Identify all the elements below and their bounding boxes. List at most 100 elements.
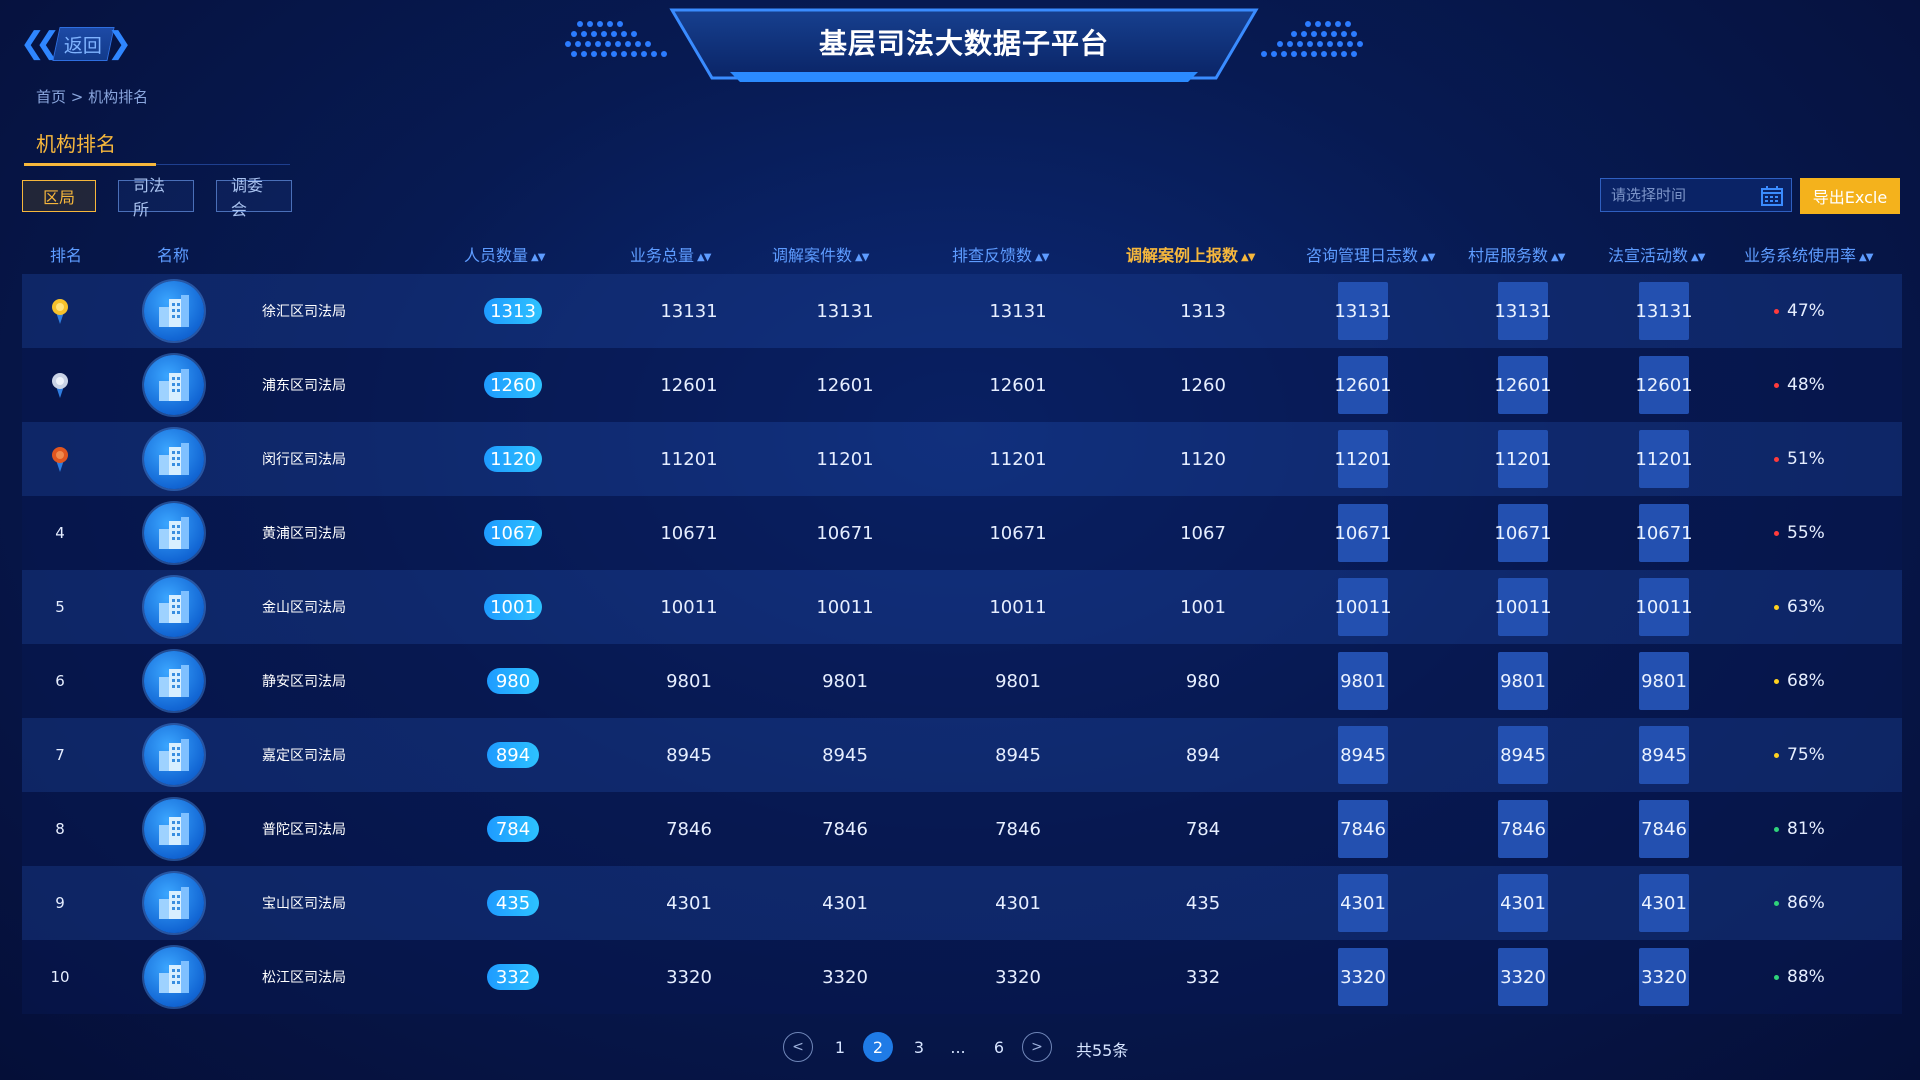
promo-value-box: 10011	[1635, 578, 1693, 636]
village-cell: 7846	[1498, 792, 1548, 866]
org-name[interactable]: 松江区司法局	[262, 940, 346, 1014]
village-cell: 3320	[1498, 940, 1548, 1014]
col-feedback[interactable]: 排查反馈数 ▲▼	[952, 242, 1049, 266]
date-picker[interactable]	[1600, 178, 1792, 212]
org-name[interactable]: 闵行区司法局	[262, 422, 346, 496]
village-cell: 11201	[1494, 422, 1552, 496]
col-village-service[interactable]: 村居服务数 ▲▼	[1468, 242, 1565, 266]
consult-value-box: 3320	[1338, 948, 1388, 1006]
cases-value: 1120	[1180, 448, 1226, 470]
village-value-box: 4301	[1498, 874, 1548, 932]
total-value: 13131	[660, 300, 718, 322]
page-2-button[interactable]: 2	[863, 1032, 893, 1062]
table-row[interactable]: 8 普陀区司法局 784 7846 7846 7846 784 7846 7846 7846 81%	[22, 792, 1902, 866]
total-value: 9801	[666, 670, 712, 692]
staff-count-cell: 435	[478, 866, 548, 940]
col-total[interactable]: 业务总量 ▲▼	[630, 242, 711, 266]
prev-page-button[interactable]: <	[783, 1032, 813, 1062]
sort-icon[interactable]: ▲▼	[1859, 252, 1873, 263]
col-mediation[interactable]: 调解案件数 ▲▼	[772, 242, 869, 266]
col-consult-logs[interactable]: 咨询管理日志数 ▲▼	[1306, 242, 1435, 266]
col-usage-rate[interactable]: 业务系统使用率 ▲▼	[1744, 242, 1873, 266]
page-6-button[interactable]: 6	[991, 1032, 1007, 1062]
table-row[interactable]: 4 黄浦区司法局 1067 10671 10671 10671 1067 10671 10671…	[22, 496, 1902, 570]
sort-icon[interactable]: ▲▼	[531, 252, 545, 263]
consult-cell: 12601	[1334, 348, 1392, 422]
cases-value: 435	[1185, 892, 1221, 914]
usage-rate: 48%	[1774, 348, 1825, 422]
table-row[interactable]: 5 金山区司法局 1001 10011 10011 10011 1001 10011 10011…	[22, 570, 1902, 644]
filter-district-button[interactable]: 区局	[22, 180, 96, 212]
feedback-value: 4301	[995, 892, 1041, 914]
building-avatar-icon	[144, 355, 204, 415]
mediation-value: 3320	[822, 966, 868, 988]
mediation-value: 13131	[816, 300, 874, 322]
org-name[interactable]: 徐汇区司法局	[262, 274, 346, 348]
sort-icon[interactable]: ▲▼	[855, 252, 869, 263]
export-excel-button[interactable]: 导出Excle	[1800, 178, 1900, 214]
filter-judicial-office-button[interactable]: 司法所	[118, 176, 194, 219]
consult-cell: 10671	[1334, 496, 1392, 570]
cases-value: 1260	[1180, 374, 1226, 396]
org-name[interactable]: 普陀区司法局	[262, 792, 346, 866]
usage-rate-value: 81%	[1787, 819, 1825, 839]
sort-icon[interactable]: ▲▼	[1035, 252, 1049, 263]
col-legal-promo[interactable]: 法宣活动数 ▲▼	[1608, 242, 1705, 266]
staff-count-badge: 435	[487, 890, 539, 916]
village-cell: 13131	[1494, 274, 1552, 348]
staff-count-badge: 332	[487, 964, 539, 990]
mediation-value: 11201	[816, 448, 874, 470]
table-row[interactable]: 6 静安区司法局 980 9801 9801 9801 980 9801 9801 9801 68%	[22, 644, 1902, 718]
mediation-value: 4301	[822, 892, 868, 914]
sort-icon[interactable]: ▲▼	[1421, 252, 1435, 263]
org-name[interactable]: 黄浦区司法局	[262, 496, 346, 570]
status-dot-icon	[1774, 604, 1779, 610]
village-cell: 10011	[1494, 570, 1552, 644]
col-staff[interactable]: 人员数量 ▲▼	[464, 242, 545, 266]
table-row[interactable]: 闵行区司法局 1120 11201 11201 11201 1120 11201 11201 1…	[22, 422, 1902, 496]
org-name[interactable]: 金山区司法局	[262, 570, 346, 644]
village-value-box: 9801	[1498, 652, 1548, 710]
org-name[interactable]: 静安区司法局	[262, 644, 346, 718]
status-dot-icon	[1774, 308, 1779, 314]
promo-cell: 3320	[1639, 940, 1689, 1014]
village-value-box: 8945	[1498, 726, 1548, 784]
gold-medal-icon	[48, 274, 72, 348]
date-input[interactable]	[1609, 185, 1753, 205]
total-value: 4301	[666, 892, 712, 914]
org-name[interactable]: 宝山区司法局	[262, 866, 346, 940]
col-case-reports[interactable]: 调解案例上报数 ▲▼	[1126, 242, 1255, 266]
building-avatar-icon	[144, 577, 204, 637]
back-button[interactable]: ❮❮ 返回 ❮	[20, 26, 132, 62]
sort-icon[interactable]: ▲▼	[1241, 252, 1255, 263]
org-name[interactable]: 浦东区司法局	[262, 348, 346, 422]
sort-icon[interactable]: ▲▼	[1551, 252, 1565, 263]
rank-number: 5	[55, 598, 65, 616]
village-cell: 4301	[1498, 866, 1548, 940]
table-row[interactable]: 浦东区司法局 1260 12601 12601 12601 1260 12601 12601 1…	[22, 348, 1902, 422]
next-page-button[interactable]: >	[1022, 1032, 1052, 1062]
total-value: 10671	[660, 522, 718, 544]
table-row[interactable]: 徐汇区司法局 1313 13131 13131 13131 1313 13131 13131 1…	[22, 274, 1902, 348]
sort-icon[interactable]: ▲▼	[1691, 252, 1705, 263]
promo-value-box: 13131	[1635, 282, 1693, 340]
sort-icon[interactable]: ▲▼	[697, 252, 711, 263]
usage-rate: 51%	[1774, 422, 1825, 496]
org-name[interactable]: 嘉定区司法局	[262, 718, 346, 792]
section-underline	[24, 163, 156, 166]
promo-cell: 13131	[1635, 274, 1693, 348]
page-3-button[interactable]: 3	[911, 1032, 927, 1062]
building-avatar-icon	[144, 281, 204, 341]
page-1-button[interactable]: 1	[832, 1032, 848, 1062]
table-row[interactable]: 9 宝山区司法局 435 4301 4301 4301 435 4301 4301 4301 86%	[22, 866, 1902, 940]
cases-value: 894	[1185, 744, 1221, 766]
calendar-icon[interactable]	[1761, 186, 1783, 206]
village-value-box: 10671	[1494, 504, 1552, 562]
table-row[interactable]: 10 松江区司法局 332 3320 3320 3320 332 3320 3320 3320 88…	[22, 940, 1902, 1014]
page-ellipsis: ...	[950, 1037, 966, 1057]
promo-value-box: 12601	[1635, 356, 1693, 414]
table-row[interactable]: 7 嘉定区司法局 894 8945 8945 8945 894 8945 8945 8945 75%	[22, 718, 1902, 792]
filter-mediation-committee-button[interactable]: 调委会	[216, 176, 292, 219]
consult-cell: 7846	[1338, 792, 1388, 866]
building-avatar-icon	[144, 725, 204, 785]
